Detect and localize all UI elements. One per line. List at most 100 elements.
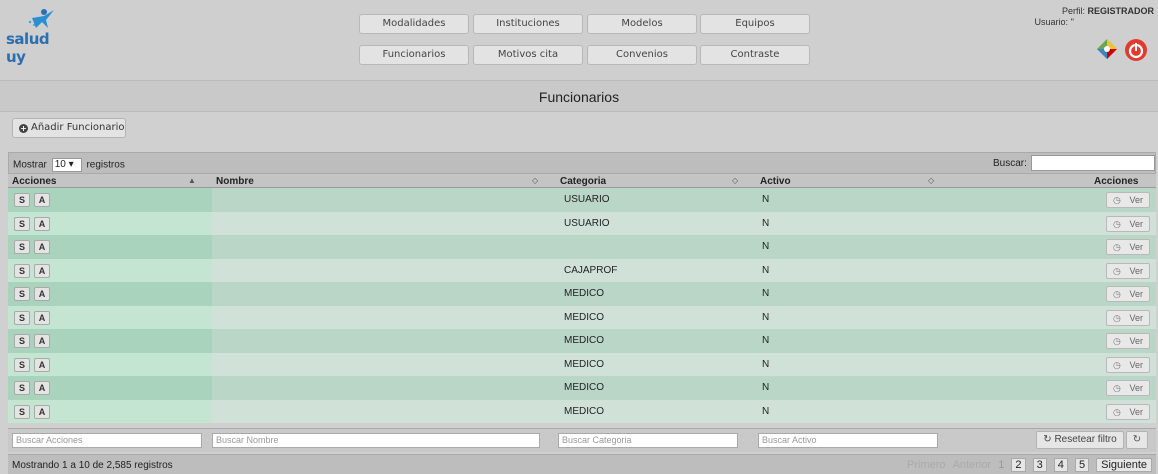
pager-next[interactable]: Siguiente (1096, 458, 1152, 472)
pager-page-1[interactable]: 1 (998, 459, 1004, 471)
cell-categoria: MEDICO (554, 305, 752, 329)
cell-activo: N (752, 305, 948, 329)
power-logout-icon[interactable] (1124, 38, 1148, 62)
s-button[interactable]: S (14, 310, 30, 325)
pager-page-2[interactable]: 2 (1011, 458, 1026, 472)
view-icon: ◷ (1113, 218, 1121, 229)
a-button[interactable]: A (34, 310, 50, 325)
a-button[interactable]: A (34, 193, 50, 207)
a-button[interactable]: A (34, 334, 50, 348)
cell-activo: N (752, 399, 948, 423)
logo-figure-icon (28, 9, 54, 28)
page-size-select[interactable]: 10 ▾ (51, 158, 82, 172)
header-categoria[interactable]: Categoria (560, 176, 606, 187)
page-title: Funcionarios (538, 89, 620, 105)
s-button[interactable]: S (14, 193, 30, 207)
a-button[interactable]: A (34, 381, 50, 395)
a-button[interactable]: A (34, 216, 50, 231)
ver-button[interactable]: ◷ Ver (1106, 403, 1150, 420)
activo-value: N (762, 382, 770, 393)
categoria-value: MEDICO (564, 382, 604, 393)
nav-convenios[interactable]: Convenios (587, 45, 697, 65)
refresh-icon[interactable]: ↻ (1126, 431, 1148, 449)
a-button[interactable]: A (34, 287, 50, 301)
cube-settings-icon[interactable] (1096, 38, 1118, 60)
ver-button[interactable]: ◷ Ver (1106, 215, 1150, 232)
add-funcionario-button[interactable]: + Añadir Funcionario (12, 118, 126, 138)
ver-button[interactable]: ◷ Ver (1106, 380, 1150, 396)
table-row: S A MEDICO N ◷ Ver (8, 329, 1156, 353)
filter-categoria-input[interactable]: Buscar Categoria (558, 433, 738, 448)
a-button[interactable]: A (34, 357, 50, 372)
s-button[interactable]: S (14, 263, 30, 278)
view-icon: ◷ (1113, 383, 1121, 393)
ver-button[interactable]: ◷ Ver (1106, 286, 1150, 302)
ver-label: Ver (1129, 336, 1143, 346)
cell-activo: N (752, 258, 948, 282)
table-row: S A MEDICO N ◷ Ver (8, 305, 1156, 329)
reset-filter-label: Resetear filtro (1054, 434, 1117, 445)
nav-modelos[interactable]: Modelos (587, 14, 697, 34)
salud-uy-logo[interactable]: salud uy (6, 8, 66, 66)
header-acciones[interactable]: Acciones (12, 176, 56, 187)
filter-activo-input[interactable]: Buscar Activo (758, 433, 938, 448)
activo-value: N (762, 288, 770, 299)
a-button[interactable]: A (34, 404, 50, 419)
a-button[interactable]: A (34, 240, 50, 254)
s-button[interactable]: S (14, 404, 30, 419)
cell-activo: N (752, 188, 948, 212)
ver-label: Ver (1129, 265, 1143, 276)
filter-acciones-input[interactable]: Buscar Acciones (12, 433, 202, 448)
pager-first[interactable]: Primero (907, 459, 946, 471)
filter-nombre-input[interactable]: Buscar Nombre (212, 433, 540, 448)
table-row: S A MEDICO N ◷ Ver (8, 399, 1156, 423)
a-button[interactable]: A (34, 263, 50, 278)
s-button[interactable]: S (14, 334, 30, 348)
table-row: S A USUARIO N ◷ Ver (8, 188, 1156, 212)
filter-row: Buscar Acciones Buscar Nombre Buscar Cat… (8, 428, 1156, 452)
s-button[interactable]: S (14, 216, 30, 231)
nav-motivos-cita[interactable]: Motivos cita (473, 45, 583, 65)
nav-instituciones[interactable]: Instituciones (473, 14, 583, 34)
cell-activo: N (752, 235, 948, 259)
ver-button[interactable]: ◷ Ver (1106, 309, 1150, 326)
view-icon: ◷ (1113, 359, 1121, 370)
cell-categoria: MEDICO (554, 282, 752, 306)
ver-button[interactable]: ◷ Ver (1106, 192, 1150, 208)
cell-categoria: MEDICO (554, 399, 752, 423)
s-button[interactable]: S (14, 240, 30, 254)
pager-prev[interactable]: Anterior (953, 459, 992, 471)
ver-label: Ver (1129, 312, 1143, 323)
table-row: S A MEDICO N ◷ Ver (8, 352, 1156, 376)
activo-value: N (762, 217, 770, 229)
pager-page-4[interactable]: 4 (1053, 458, 1068, 472)
table-row: S A MEDICO N ◷ Ver (8, 376, 1156, 400)
ver-button[interactable]: ◷ Ver (1106, 333, 1150, 349)
view-icon: ◷ (1113, 406, 1121, 417)
cell-acciones-right: ◷ Ver (948, 258, 1156, 282)
ver-button[interactable]: ◷ Ver (1106, 262, 1150, 279)
nav-funcionarios[interactable]: Funcionarios (359, 45, 469, 65)
s-button[interactable]: S (14, 381, 30, 395)
nav-contraste[interactable]: Contraste (700, 45, 810, 65)
s-button[interactable]: S (14, 357, 30, 372)
ver-button[interactable]: ◷ Ver (1106, 356, 1150, 373)
records-info: Mostrando 1 a 10 de 2,585 registros (12, 460, 173, 471)
pager-page-5[interactable]: 5 (1074, 458, 1090, 472)
cell-acciones-right: ◷ Ver (948, 282, 1156, 306)
add-funcionario-label: Añadir Funcionario (31, 122, 125, 133)
activo-value: N (762, 241, 770, 252)
view-icon: ◷ (1113, 242, 1121, 252)
reset-filter-button[interactable]: ↻ Resetear filtro (1036, 431, 1124, 449)
header-activo[interactable]: Activo (760, 176, 791, 187)
s-button[interactable]: S (14, 287, 30, 301)
search-input[interactable] (1031, 155, 1155, 171)
ver-button[interactable]: ◷ Ver (1106, 239, 1150, 255)
header-nombre[interactable]: Nombre (216, 176, 254, 187)
categoria-value: MEDICO (564, 335, 604, 346)
cell-categoria: MEDICO (554, 352, 752, 376)
categoria-value: MEDICO (564, 405, 604, 417)
nav-equipos[interactable]: Equipos (700, 14, 810, 34)
pager-page-3[interactable]: 3 (1032, 458, 1047, 472)
nav-modalidades[interactable]: Modalidades (359, 14, 469, 34)
